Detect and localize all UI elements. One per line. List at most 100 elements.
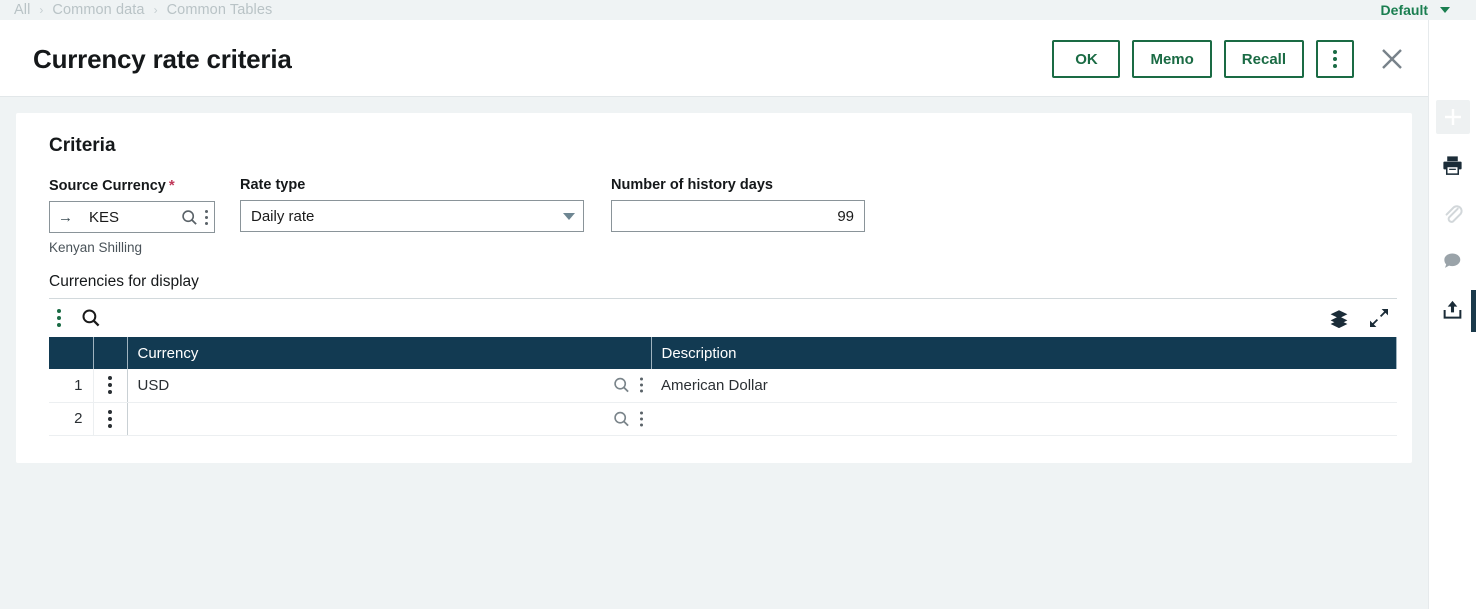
print-icon xyxy=(1443,155,1462,175)
search-icon xyxy=(614,411,629,426)
history-days-value: 99 xyxy=(837,207,854,225)
rail-comments-button[interactable] xyxy=(1436,244,1470,278)
table-header: Currency Description xyxy=(49,337,1397,369)
currencies-grid: Currencies for display Currency Descript… xyxy=(49,273,1397,436)
cell-currency[interactable]: USD xyxy=(127,369,651,403)
column-header-menu xyxy=(93,337,128,369)
source-currency-input[interactable]: → KES xyxy=(49,201,215,233)
cell-lookup-button[interactable] xyxy=(613,410,630,427)
source-currency-menu-button[interactable] xyxy=(205,209,208,225)
add-icon xyxy=(1444,109,1461,125)
criteria-card: Criteria Source Currency * → KES Kenyan … xyxy=(16,113,1412,463)
close-button[interactable] xyxy=(1372,39,1412,79)
breadcrumb-separator: › xyxy=(39,3,44,17)
vertical-dots-icon xyxy=(108,409,112,428)
cell-menu-button[interactable] xyxy=(640,411,643,426)
row-menu-button[interactable] xyxy=(93,369,128,403)
cell-description[interactable] xyxy=(651,402,1397,436)
cell-lookup-button[interactable] xyxy=(613,377,630,394)
recall-button[interactable]: Recall xyxy=(1223,40,1304,78)
source-currency-value: KES xyxy=(89,208,120,226)
rate-type-value: Daily rate xyxy=(251,207,315,225)
row-menu-button[interactable] xyxy=(93,402,128,436)
grid-layers-button[interactable] xyxy=(1329,308,1349,328)
memo-button[interactable]: Memo xyxy=(1132,40,1212,78)
vertical-scrollbar[interactable] xyxy=(1471,290,1476,332)
workspace-label: Default xyxy=(1380,2,1428,18)
row-number: 2 xyxy=(49,402,94,436)
page-title: Currency rate criteria xyxy=(33,44,292,74)
source-currency-label-text: Source Currency xyxy=(49,178,166,194)
column-header-currency[interactable]: Currency xyxy=(127,337,652,369)
vertical-dots-icon xyxy=(205,209,208,225)
field-history-days: Number of history days 99 xyxy=(611,177,865,232)
rate-type-label: Rate type xyxy=(240,177,306,193)
source-currency-lookup-button[interactable] xyxy=(181,209,198,226)
required-marker: * xyxy=(168,177,175,194)
vertical-dots-icon xyxy=(1333,50,1337,68)
table-row[interactable]: 1 USD American Dollar xyxy=(49,369,1397,403)
rate-type-select[interactable]: Daily rate xyxy=(240,200,584,232)
column-header-rownum xyxy=(49,337,94,369)
breadcrumb-separator: › xyxy=(153,3,158,17)
attach-icon xyxy=(1445,204,1463,223)
column-header-description[interactable]: Description xyxy=(651,337,1397,369)
search-icon xyxy=(182,209,197,225)
vertical-dots-icon xyxy=(57,309,61,327)
grid-toolbar-left xyxy=(49,308,101,328)
grid-toolbar xyxy=(49,299,1397,337)
grid-caption: Currencies for display xyxy=(49,273,1397,299)
workspace-selector[interactable]: Default xyxy=(1381,0,1450,20)
search-icon xyxy=(82,309,100,327)
chevron-down-icon xyxy=(563,212,575,220)
cell-currency-value: USD xyxy=(137,376,170,394)
rail-attachments-button[interactable] xyxy=(1436,196,1470,230)
field-source-currency: Source Currency * → KES Kenyan Shilling xyxy=(49,177,215,255)
currencies-table: Currency Description 1 USD American Doll… xyxy=(49,337,1397,436)
search-icon xyxy=(614,378,629,393)
history-days-label: Number of history days xyxy=(611,177,773,193)
grid-search-button[interactable] xyxy=(81,308,101,328)
table-header-row: Currency Description xyxy=(49,337,1397,369)
content-area: Criteria Source Currency * → KES Kenyan … xyxy=(0,97,1428,609)
row-number: 1 xyxy=(49,369,94,403)
cell-currency[interactable] xyxy=(127,402,651,436)
title-action-group: OK Memo Recall xyxy=(1052,39,1412,79)
field-rate-type: Rate type Daily rate xyxy=(240,177,584,232)
ok-button[interactable]: OK xyxy=(1052,40,1121,78)
share-icon xyxy=(1443,300,1462,319)
section-title-criteria: Criteria xyxy=(49,135,116,156)
cell-currency-icons xyxy=(613,410,643,427)
cell-description[interactable]: American Dollar xyxy=(651,369,1397,403)
breadcrumb-item-all[interactable]: All xyxy=(14,2,30,18)
table-body: 1 USD American Dollar 2 xyxy=(49,369,1397,436)
breadcrumb-item-common-tables[interactable]: Common Tables xyxy=(167,2,273,18)
grid-expand-button[interactable] xyxy=(1369,308,1389,328)
chevron-down-icon xyxy=(1440,7,1450,13)
right-rail xyxy=(1428,20,1476,609)
overflow-menu-button[interactable] xyxy=(1316,40,1354,78)
source-currency-label: Source Currency * xyxy=(49,177,215,194)
vertical-dots-icon xyxy=(108,376,112,395)
breadcrumb-bar: All › Common data › Common Tables Defaul… xyxy=(0,0,1476,20)
expand-icon xyxy=(1370,309,1388,327)
grid-toolbar-right xyxy=(1329,308,1397,328)
layers-icon xyxy=(1330,310,1348,328)
breadcrumb-item-common-data[interactable]: Common data xyxy=(52,2,144,18)
rail-add-button[interactable] xyxy=(1435,100,1470,134)
source-currency-helper-text: Kenyan Shilling xyxy=(49,240,143,255)
arrow-right-icon: → xyxy=(58,208,73,226)
table-row[interactable]: 2 xyxy=(49,402,1397,436)
rail-print-button[interactable] xyxy=(1436,148,1470,182)
cell-menu-button[interactable] xyxy=(640,377,643,393)
vertical-dots-icon xyxy=(640,411,643,426)
close-icon xyxy=(1382,49,1402,69)
history-days-input[interactable]: 99 xyxy=(611,200,865,232)
criteria-form-row: Source Currency * → KES Kenyan Shilling … xyxy=(49,177,1394,255)
rail-share-button[interactable] xyxy=(1436,292,1470,326)
title-bar: Currency rate criteria OK Memo Recall xyxy=(0,20,1428,97)
cell-currency-icons xyxy=(613,377,643,394)
vertical-dots-icon xyxy=(640,377,643,393)
comment-icon xyxy=(1444,252,1461,268)
grid-menu-button[interactable] xyxy=(57,309,61,327)
